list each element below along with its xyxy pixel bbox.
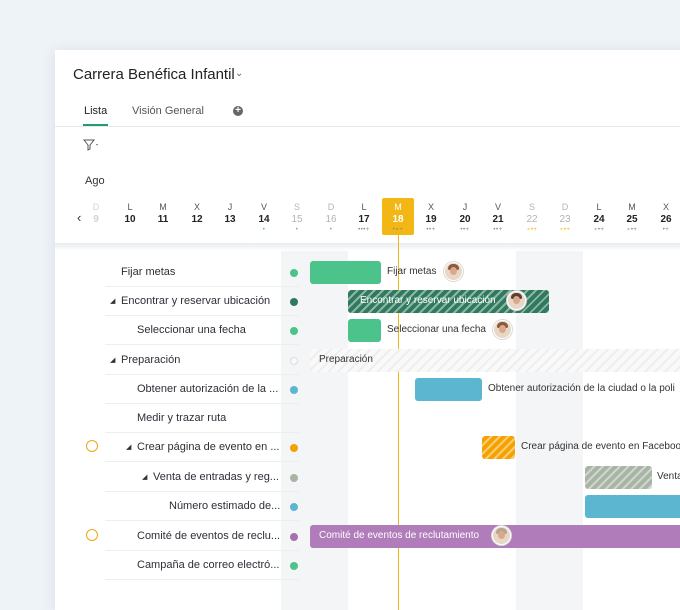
- day-header[interactable]: S 22 ∘•+: [520, 201, 544, 233]
- task-row[interactable]: Obtener autorización de la ... Obtener a…: [55, 375, 680, 404]
- day-header[interactable]: D 16 •: [319, 201, 343, 233]
- avatar[interactable]: [507, 291, 526, 310]
- day-header[interactable]: M 11: [151, 201, 175, 227]
- status-dot[interactable]: [290, 327, 298, 335]
- task-row[interactable]: Número estimado de...: [55, 492, 680, 521]
- task-row[interactable]: ◢ Crear página de evento en ... Crear pá…: [55, 433, 680, 462]
- gantt-bar[interactable]: [585, 495, 680, 518]
- chevron-left-icon[interactable]: ‹: [77, 210, 81, 225]
- filter-icon[interactable]: [82, 139, 99, 154]
- task-row[interactable]: ◢ Venta de entradas y reg... Venta: [55, 463, 680, 492]
- task-row[interactable]: ◢ Preparación Preparación: [55, 346, 680, 375]
- task-row[interactable]: Seleccionar una fecha Seleccionar una fe…: [55, 316, 680, 345]
- task-name[interactable]: Fijar metas: [121, 266, 175, 278]
- bar-label: Obtener autorización de la ciudad o la p…: [488, 383, 675, 394]
- bar-label: Seleccionar una fecha: [387, 324, 486, 335]
- task-row[interactable]: Fijar metas Fijar metas: [55, 258, 680, 287]
- day-header[interactable]: S 15 •: [285, 201, 309, 233]
- timer-icon[interactable]: [86, 529, 98, 541]
- day-header[interactable]: M 25 ∘•+: [620, 201, 644, 233]
- collapse-caret-icon[interactable]: ◢: [142, 473, 147, 481]
- day-header[interactable]: V 21 ••+: [486, 201, 510, 233]
- add-tab-icon[interactable]: +: [233, 106, 243, 116]
- gantt-bar[interactable]: [585, 466, 652, 489]
- task-name[interactable]: Medir y trazar ruta: [137, 412, 226, 424]
- day-header[interactable]: J 20 ••+: [453, 201, 477, 233]
- status-dot[interactable]: [290, 269, 298, 277]
- gantt-bar[interactable]: [415, 378, 482, 401]
- row-divider: [105, 579, 300, 580]
- bar-label: Crear página de evento en Faceboo: [521, 441, 680, 452]
- day-header[interactable]: L 24 ∘•+: [587, 201, 611, 233]
- day-header[interactable]: D 23 ∘•+: [553, 201, 577, 233]
- collapse-caret-icon[interactable]: ◢: [110, 356, 115, 364]
- day-header[interactable]: X 19 ••+: [419, 201, 443, 233]
- month-label: Ago: [85, 175, 105, 187]
- avatar[interactable]: [492, 526, 511, 545]
- gantt-bar[interactable]: [482, 436, 515, 459]
- task-name[interactable]: Seleccionar una fecha: [137, 324, 246, 336]
- day-header[interactable]: L 17 •••+: [352, 201, 376, 233]
- task-row[interactable]: Comité de eventos de reclu... Comité de …: [55, 522, 680, 551]
- bar-label: Preparación: [319, 354, 373, 365]
- tab-lista[interactable]: Lista: [84, 105, 107, 117]
- day-header[interactable]: L 10: [118, 201, 142, 227]
- status-dot[interactable]: [290, 474, 298, 482]
- bar-label: Venta: [657, 471, 680, 482]
- bar-label: Comité de eventos de reclutamiento: [319, 530, 480, 541]
- day-header[interactable]: J 13: [218, 201, 242, 227]
- gantt-bar[interactable]: [310, 261, 381, 284]
- tab-divider: [55, 126, 680, 127]
- tab-vision-general[interactable]: Visión General: [132, 105, 204, 117]
- task-name[interactable]: Campaña de correo electró...: [137, 559, 279, 571]
- avatar[interactable]: [493, 320, 512, 339]
- bar-label: Fijar metas: [387, 266, 437, 277]
- header-shadow: [55, 243, 680, 251]
- gantt-bar[interactable]: [348, 319, 381, 342]
- status-dot[interactable]: [290, 533, 298, 541]
- task-row[interactable]: Medir y trazar ruta: [55, 404, 680, 433]
- project-title[interactable]: Carrera Benéfica Infantil: [73, 66, 235, 83]
- task-name[interactable]: Venta de entradas y reg...: [153, 471, 279, 483]
- avatar[interactable]: [444, 262, 463, 281]
- day-header[interactable]: V 14 •: [252, 201, 276, 233]
- task-name[interactable]: Preparación: [121, 354, 180, 366]
- row-divider: [105, 461, 300, 462]
- chevron-down-icon[interactable]: ⌄: [235, 68, 243, 79]
- row-divider: [105, 344, 300, 345]
- status-dot[interactable]: [290, 357, 298, 365]
- collapse-caret-icon[interactable]: ◢: [110, 297, 115, 305]
- timer-icon[interactable]: [86, 440, 98, 452]
- project-window: Carrera Benéfica Infantil ⌄ Lista Visión…: [55, 50, 680, 610]
- day-header[interactable]: D9: [84, 201, 108, 227]
- day-header-today[interactable]: M 18 •∘+: [386, 201, 410, 233]
- status-dot[interactable]: [290, 503, 298, 511]
- task-name[interactable]: Crear página de evento en ...: [137, 441, 279, 453]
- task-name[interactable]: Comité de eventos de reclu...: [137, 530, 280, 542]
- task-name[interactable]: Obtener autorización de la ...: [137, 383, 278, 395]
- task-row[interactable]: ◢ Encontrar y reservar ubicación Encontr…: [55, 287, 680, 316]
- bar-label: Encontrar y reservar ubicación: [360, 295, 496, 306]
- row-divider: [105, 520, 300, 521]
- day-header[interactable]: X 26 •+: [654, 201, 678, 233]
- status-dot[interactable]: [290, 298, 298, 306]
- status-dot[interactable]: [290, 386, 298, 394]
- task-row[interactable]: Campaña de correo electró...: [55, 551, 680, 580]
- collapse-caret-icon[interactable]: ◢: [126, 443, 131, 451]
- day-header[interactable]: X 12: [185, 201, 209, 227]
- status-dot[interactable]: [290, 562, 298, 570]
- task-name[interactable]: Encontrar y reservar ubicación: [121, 295, 270, 307]
- task-name[interactable]: Número estimado de...: [169, 500, 280, 512]
- status-dot[interactable]: [290, 444, 298, 452]
